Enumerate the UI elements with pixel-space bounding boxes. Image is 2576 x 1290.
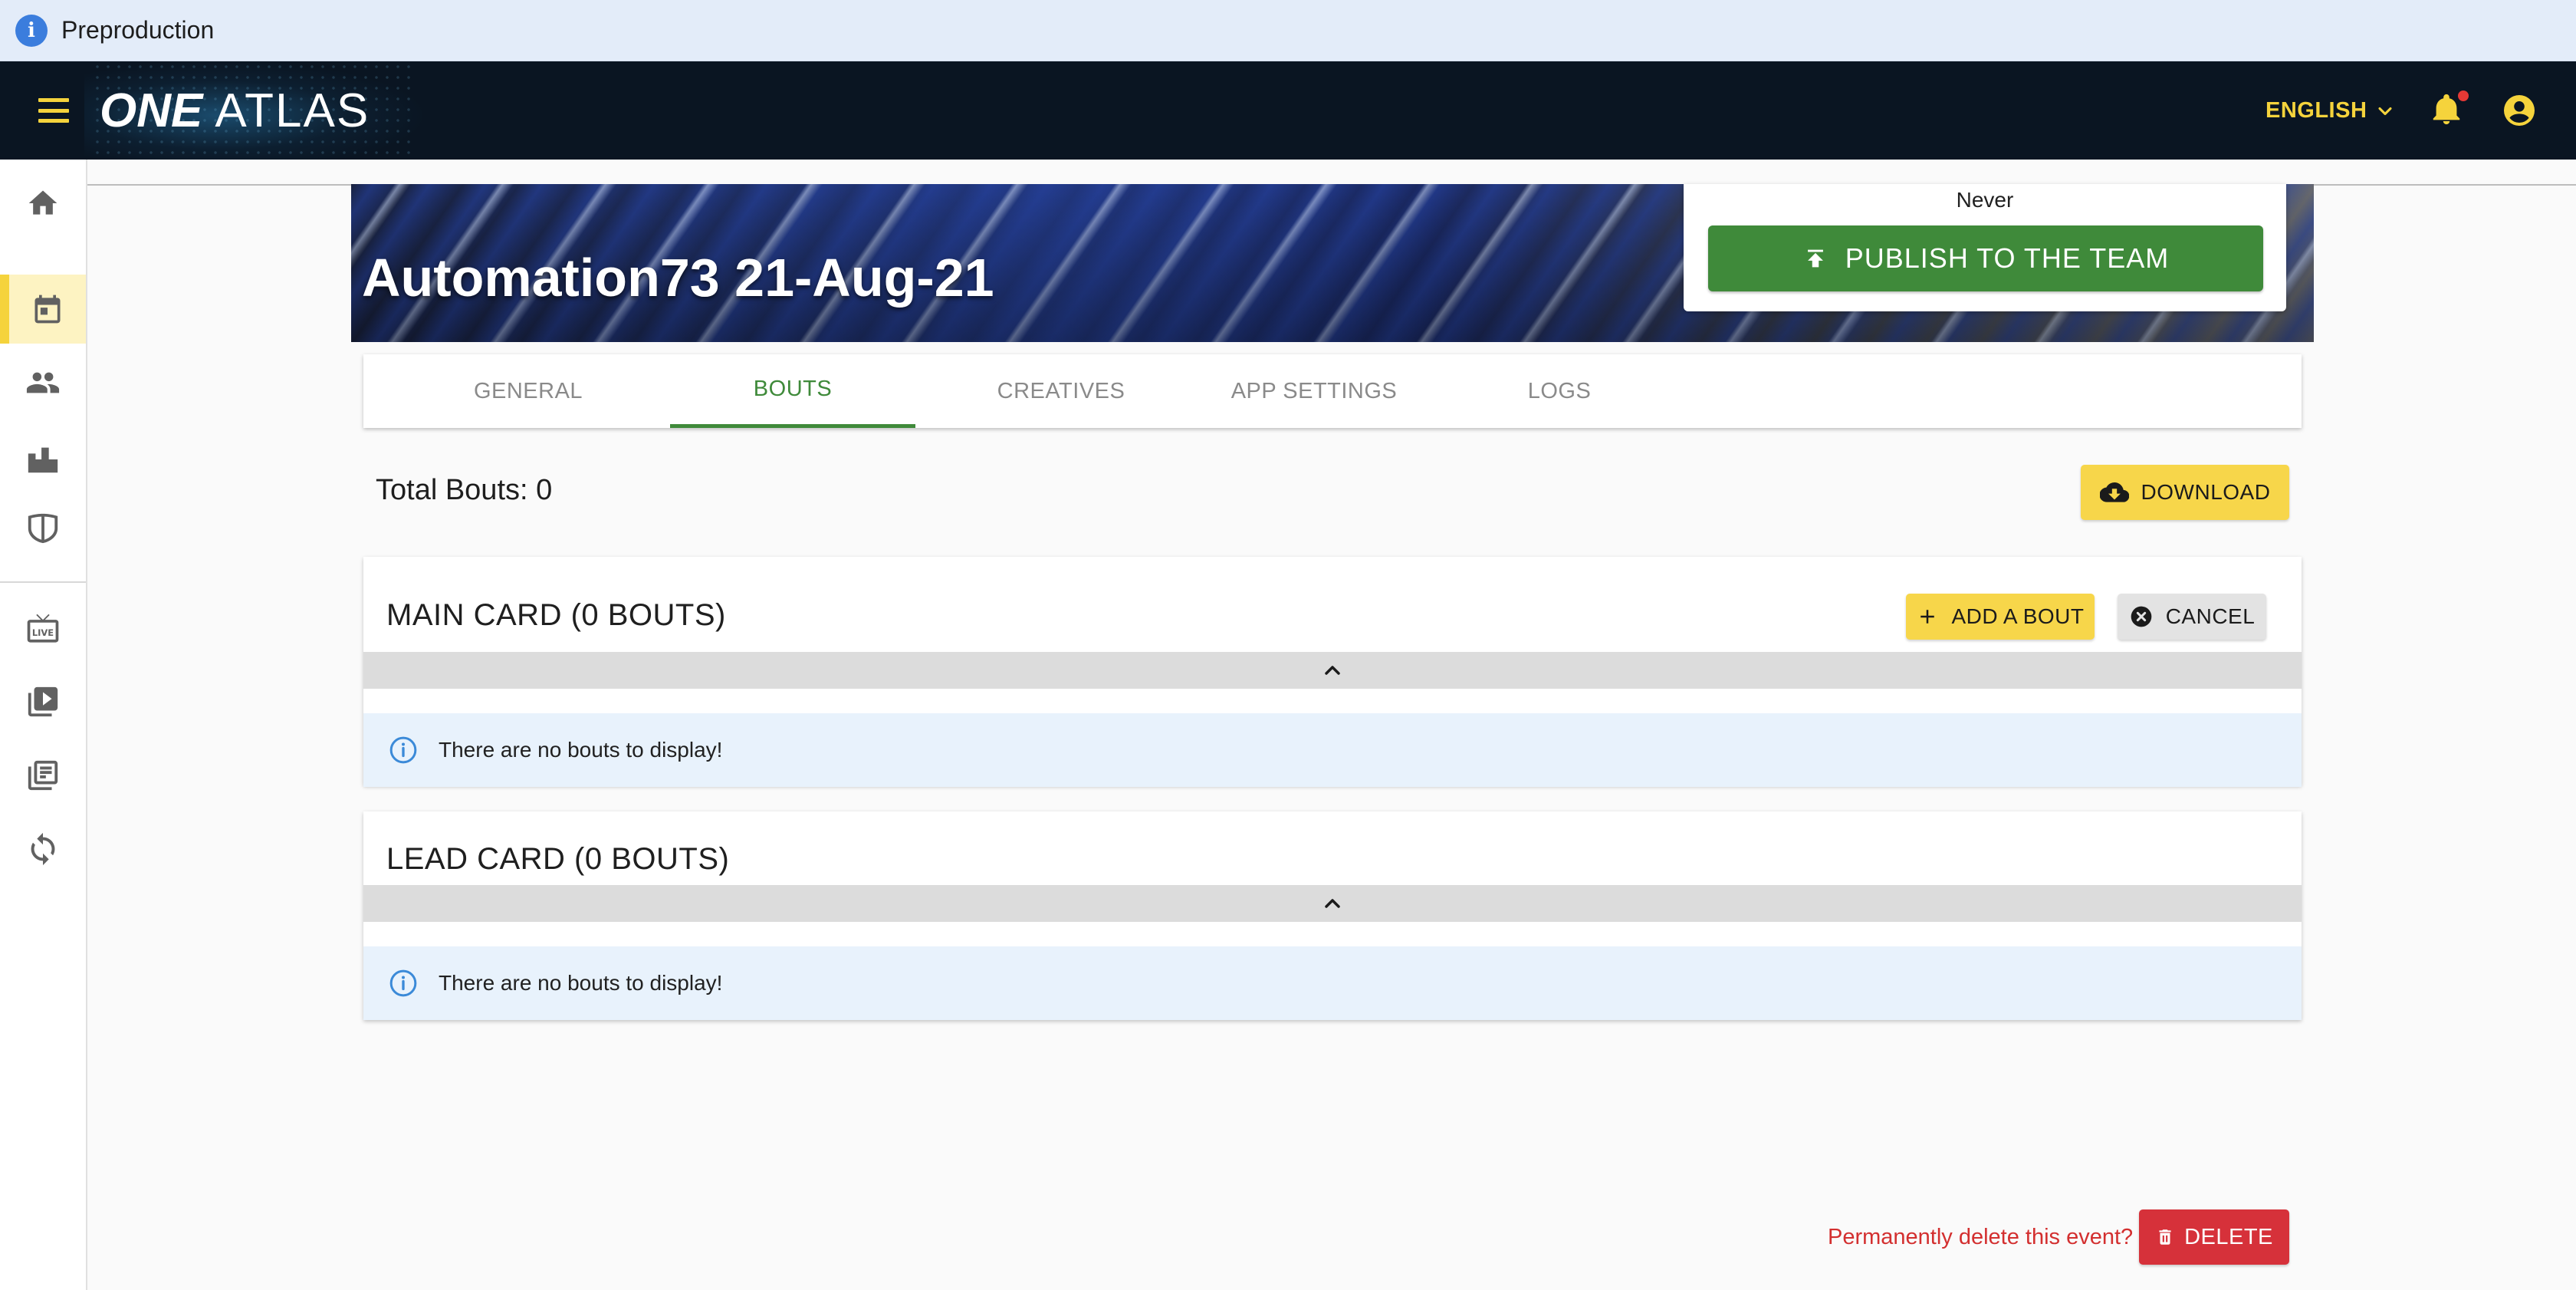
delete-event-button[interactable]: DELETE — [2139, 1209, 2289, 1265]
trash-icon — [2159, 1229, 2171, 1245]
publish-label: PUBLISH TO THE TEAM — [1845, 242, 2170, 274]
calendar-icon — [34, 295, 61, 324]
total-bouts: Total Bouts: 0 — [376, 474, 553, 506]
video-library-icon — [28, 686, 58, 717]
delete-event-prompt: Permanently delete this event? — [1828, 1225, 2134, 1249]
account-circle-icon — [2504, 95, 2535, 126]
sidebar-item-home[interactable] — [0, 169, 86, 238]
venue-icon — [28, 447, 58, 473]
plus-icon — [1921, 610, 1935, 624]
tab-logs[interactable]: LOGS — [1452, 354, 1667, 428]
notifications-button[interactable] — [2429, 90, 2469, 131]
side-navigation: LIVE — [0, 160, 87, 1290]
sidebar-item-sync[interactable] — [0, 814, 86, 884]
main-card-empty-alert: There are no bouts to display! — [363, 713, 2302, 787]
language-selector[interactable]: ENGLISH — [2266, 98, 2396, 123]
sidebar-item-venues[interactable] — [0, 425, 86, 494]
lead-card-empty-message: There are no bouts to display! — [439, 971, 723, 995]
sync-icon — [31, 832, 55, 866]
logo-atlas: ATLAS — [215, 84, 370, 137]
lead-card-section: LEAD CARD (0 BOUTS) There are no bouts t… — [363, 811, 2302, 1020]
menu-icon[interactable] — [38, 95, 69, 126]
logo-one: ONE — [100, 84, 203, 137]
cloud-download-icon — [2099, 482, 2129, 502]
tab-app-settings[interactable]: APP SETTINGS — [1191, 354, 1437, 428]
add-bout-button[interactable]: ADD A BOUT — [1906, 594, 2095, 640]
svg-text:LIVE: LIVE — [32, 627, 54, 638]
sidebar-item-collections[interactable] — [0, 741, 86, 810]
sidebar-item-events[interactable] — [0, 275, 86, 344]
main-card-collapse-toggle[interactable] — [363, 652, 2302, 689]
last-published-value: Never — [1956, 188, 2014, 212]
add-bout-label: ADD A BOUT — [1951, 604, 2085, 628]
sidebar-item-live[interactable]: LIVE — [0, 595, 86, 664]
notification-badge — [2458, 90, 2469, 101]
people-icon — [26, 372, 60, 393]
info-outline-icon — [389, 969, 417, 997]
event-tabs: GENERAL BOUTS CREATIVES APP SETTINGS LOG… — [363, 354, 2302, 428]
download-label: DOWNLOAD — [2141, 480, 2271, 504]
sidebar-divider — [0, 581, 86, 583]
info-outline-icon — [389, 736, 417, 764]
publish-to-team-button[interactable]: PUBLISH TO THE TEAM — [1708, 225, 2263, 291]
environment-label: Preproduction — [61, 16, 215, 44]
environment-banner: i Preproduction — [0, 0, 2576, 61]
chevron-up-icon — [1325, 899, 1340, 908]
event-title: Automation73 21-Aug-21 — [362, 248, 994, 308]
collections-icon — [28, 760, 58, 791]
publish-icon — [1807, 249, 1823, 268]
sidebar-item-videos[interactable] — [0, 667, 86, 736]
main-card-empty-message: There are no bouts to display! — [439, 738, 723, 762]
chevron-up-icon — [1325, 666, 1340, 675]
lead-card-title: LEAD CARD (0 BOUTS) — [386, 842, 730, 876]
tab-general[interactable]: GENERAL — [440, 354, 616, 428]
publish-panel: Never PUBLISH TO THE TEAM — [1684, 184, 2286, 311]
home-icon — [28, 190, 58, 215]
cancel-icon — [2131, 606, 2152, 627]
language-label: ENGLISH — [2266, 98, 2367, 123]
lead-card-empty-alert: There are no bouts to display! — [363, 946, 2302, 1020]
sidebar-item-teams[interactable] — [0, 494, 86, 563]
main-card-section: MAIN CARD (0 BOUTS) ADD A BOUT CANCEL Th… — [363, 557, 2302, 787]
sidebar-item-athletes[interactable] — [0, 348, 86, 417]
delete-label: DELETE — [2184, 1224, 2273, 1249]
download-button[interactable]: DOWNLOAD — [2081, 465, 2289, 520]
tab-creatives[interactable]: CREATIVES — [954, 354, 1168, 428]
cancel-button[interactable]: CANCEL — [2118, 594, 2266, 640]
app-logo[interactable]: ONE ATLAS — [100, 83, 370, 138]
info-icon: i — [15, 14, 48, 47]
cancel-label: CANCEL — [2165, 604, 2256, 628]
chevron-down-icon — [2378, 107, 2392, 115]
app-bar: ONE ATLAS ENGLISH — [0, 61, 2576, 160]
account-button[interactable] — [2501, 92, 2538, 133]
lead-card-collapse-toggle[interactable] — [363, 885, 2302, 922]
main-card-title: MAIN CARD (0 BOUTS) — [386, 598, 726, 632]
tab-bouts[interactable]: BOUTS — [670, 354, 915, 428]
shield-icon — [28, 513, 58, 544]
live-tv-icon: LIVE — [27, 614, 59, 643]
